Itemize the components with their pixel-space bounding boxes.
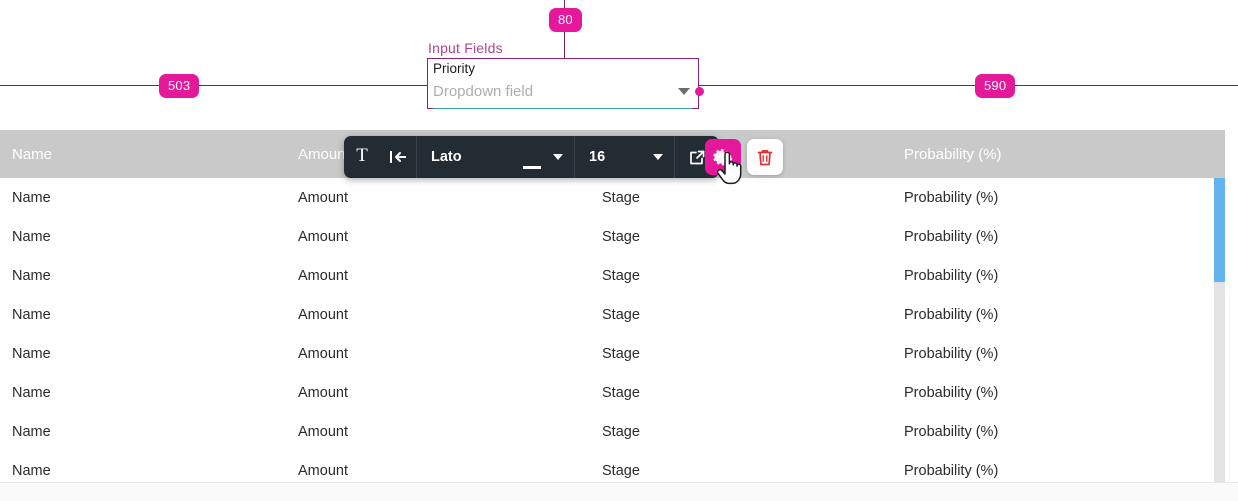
table-row[interactable]: Name Amount Stage Probability (%) bbox=[0, 412, 1225, 451]
cell-amount: Amount bbox=[298, 228, 348, 245]
cell-name: Name bbox=[12, 267, 51, 284]
measurement-badge-left[interactable]: 503 bbox=[159, 74, 200, 98]
cell-amount: Amount bbox=[298, 189, 348, 206]
cell-probability: Probability (%) bbox=[904, 267, 999, 284]
table-row[interactable]: Name Amount Stage Probability (%) bbox=[0, 256, 1225, 295]
chevron-down-icon[interactable] bbox=[678, 88, 690, 95]
cell-stage: Stage bbox=[602, 345, 640, 362]
toolbar-group-text: T bbox=[344, 136, 541, 178]
resize-handle-dot[interactable] bbox=[695, 87, 704, 96]
delete-button[interactable] bbox=[747, 139, 783, 175]
font-family-select[interactable]: Lato bbox=[417, 136, 574, 178]
trash-icon bbox=[757, 149, 773, 165]
dropdown-field-label: Priority bbox=[433, 61, 476, 76]
text-format-glyph: T bbox=[356, 144, 368, 166]
cell-probability: Probability (%) bbox=[904, 228, 999, 245]
opportunities-table[interactable]: Name Amount Stage Probability (%) Name Am… bbox=[0, 130, 1225, 482]
cell-probability: Probability (%) bbox=[904, 384, 999, 401]
cell-probability: Probability (%) bbox=[904, 423, 999, 440]
cell-amount: Amount bbox=[298, 384, 348, 401]
cell-stage: Stage bbox=[602, 384, 640, 401]
settings-button[interactable] bbox=[705, 139, 741, 175]
cell-name: Name bbox=[12, 384, 51, 401]
toolbar-group-font-family: Lato bbox=[417, 136, 575, 178]
page-bottom-strip bbox=[0, 482, 1238, 501]
measurement-badge-right[interactable]: 590 bbox=[975, 74, 1016, 98]
cell-name: Name bbox=[12, 306, 51, 323]
vertical-scrollbar-track[interactable] bbox=[1214, 178, 1225, 482]
column-header-probability[interactable]: Probability (%) bbox=[904, 146, 1214, 163]
table-row[interactable]: Name Amount Stage Probability (%) bbox=[0, 451, 1225, 482]
cell-amount: Amount bbox=[298, 462, 348, 479]
chevron-down-icon[interactable] bbox=[553, 154, 563, 160]
cell-amount: Amount bbox=[298, 306, 348, 323]
measurement-badge-top[interactable]: 80 bbox=[549, 8, 582, 32]
table-row[interactable]: Name Amount Stage Probability (%) bbox=[0, 295, 1225, 334]
cell-probability: Probability (%) bbox=[904, 462, 999, 479]
cell-stage: Stage bbox=[602, 462, 640, 479]
vertical-scrollbar-thumb[interactable] bbox=[1214, 178, 1225, 282]
table-row[interactable]: Name Amount Stage Probability (%) bbox=[0, 178, 1225, 217]
cell-stage: Stage bbox=[602, 306, 640, 323]
cell-name: Name bbox=[12, 228, 51, 245]
input-fields-group-label: Input Fields bbox=[428, 40, 503, 56]
gear-icon bbox=[713, 149, 733, 166]
align-indent-icon[interactable] bbox=[380, 136, 416, 178]
dropdown-field-control[interactable]: Dropdown field bbox=[433, 82, 692, 109]
cell-probability: Probability (%) bbox=[904, 306, 999, 323]
table-row[interactable]: Name Amount Stage Probability (%) bbox=[0, 373, 1225, 412]
cell-stage: Stage bbox=[602, 189, 640, 206]
cell-stage: Stage bbox=[602, 228, 640, 245]
cell-name: Name bbox=[12, 423, 51, 440]
cell-stage: Stage bbox=[602, 423, 640, 440]
font-family-value: Lato bbox=[431, 149, 462, 165]
table-row[interactable]: Name Amount Stage Probability (%) bbox=[0, 217, 1225, 256]
cell-name: Name bbox=[12, 462, 51, 479]
text-format-icon[interactable]: T bbox=[344, 136, 541, 178]
dropdown-field-widget[interactable]: Priority Dropdown field bbox=[427, 58, 699, 109]
text-format-underbar bbox=[522, 166, 541, 169]
cell-amount: Amount bbox=[298, 345, 348, 362]
table-row[interactable]: Name Amount Stage Probability (%) bbox=[0, 334, 1225, 373]
chevron-down-icon[interactable] bbox=[653, 154, 663, 160]
toolbar-group-font-size: 16 bbox=[575, 136, 675, 178]
cell-amount: Amount bbox=[298, 267, 348, 284]
cell-name: Name bbox=[12, 345, 51, 362]
cell-probability: Probability (%) bbox=[904, 345, 999, 362]
font-size-select[interactable]: 16 bbox=[575, 136, 674, 178]
dropdown-field-placeholder: Dropdown field bbox=[433, 83, 534, 100]
column-header-name[interactable]: Name bbox=[0, 146, 298, 163]
floating-format-toolbar[interactable]: T Lato 16 bbox=[344, 136, 719, 178]
font-size-value: 16 bbox=[589, 149, 606, 165]
cell-amount: Amount bbox=[298, 423, 348, 440]
table-body: Name Amount Stage Probability (%) Name Amount… bbox=[0, 178, 1225, 482]
cell-stage: Stage bbox=[602, 267, 640, 284]
cell-probability: Probability (%) bbox=[904, 189, 999, 206]
cell-name: Name bbox=[12, 189, 51, 206]
design-canvas[interactable]: 80 503 590 Input Fields Priority Dropdow… bbox=[0, 0, 1238, 501]
